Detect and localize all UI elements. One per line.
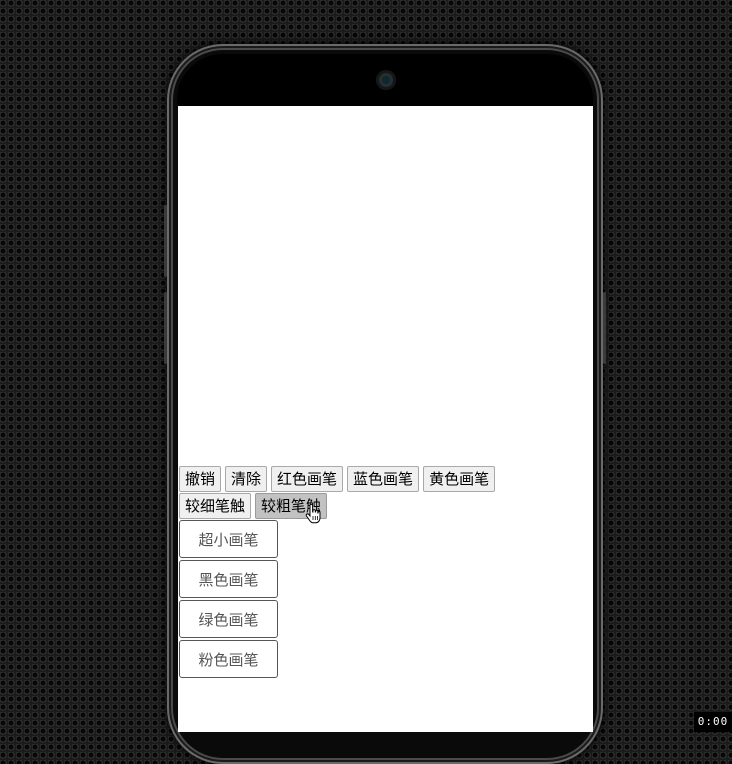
toolbar-row-2: 较细笔触 较粗笔触 bbox=[179, 493, 589, 519]
phone-screen: 撤销 清除 红色画笔 蓝色画笔 黄色画笔 较细笔触 较粗笔触 超小画笔 黑色画笔… bbox=[178, 106, 593, 732]
front-camera-icon bbox=[376, 70, 396, 90]
undo-button[interactable]: 撤销 bbox=[179, 466, 222, 492]
clear-button[interactable]: 清除 bbox=[225, 466, 268, 492]
phone-side-button-left-1 bbox=[164, 205, 167, 277]
blue-pen-button[interactable]: 蓝色画笔 bbox=[347, 466, 420, 492]
black-brush-button[interactable]: 黑色画笔 bbox=[179, 560, 278, 598]
drawing-canvas[interactable] bbox=[178, 106, 593, 464]
toolbar: 撤销 清除 红色画笔 蓝色画笔 黄色画笔 较细笔触 较粗笔触 bbox=[179, 466, 589, 520]
green-brush-button[interactable]: 绿色画笔 bbox=[179, 600, 278, 638]
phone-side-button-right bbox=[603, 292, 606, 364]
phone-side-button-left-2 bbox=[164, 292, 167, 364]
red-pen-button[interactable]: 红色画笔 bbox=[271, 466, 344, 492]
toolbar-row-1: 撤销 清除 红色画笔 蓝色画笔 黄色画笔 bbox=[179, 466, 589, 492]
pink-brush-button[interactable]: 粉色画笔 bbox=[179, 640, 278, 678]
thick-stroke-button[interactable]: 较粗笔触 bbox=[255, 493, 328, 519]
extra-small-brush-button[interactable]: 超小画笔 bbox=[179, 520, 278, 558]
yellow-pen-button[interactable]: 黄色画笔 bbox=[423, 466, 496, 492]
thin-stroke-button[interactable]: 较细笔触 bbox=[179, 493, 252, 519]
brush-list: 超小画笔 黑色画笔 绿色画笔 粉色画笔 bbox=[179, 520, 278, 680]
recording-timer: 0:00 bbox=[694, 712, 732, 732]
